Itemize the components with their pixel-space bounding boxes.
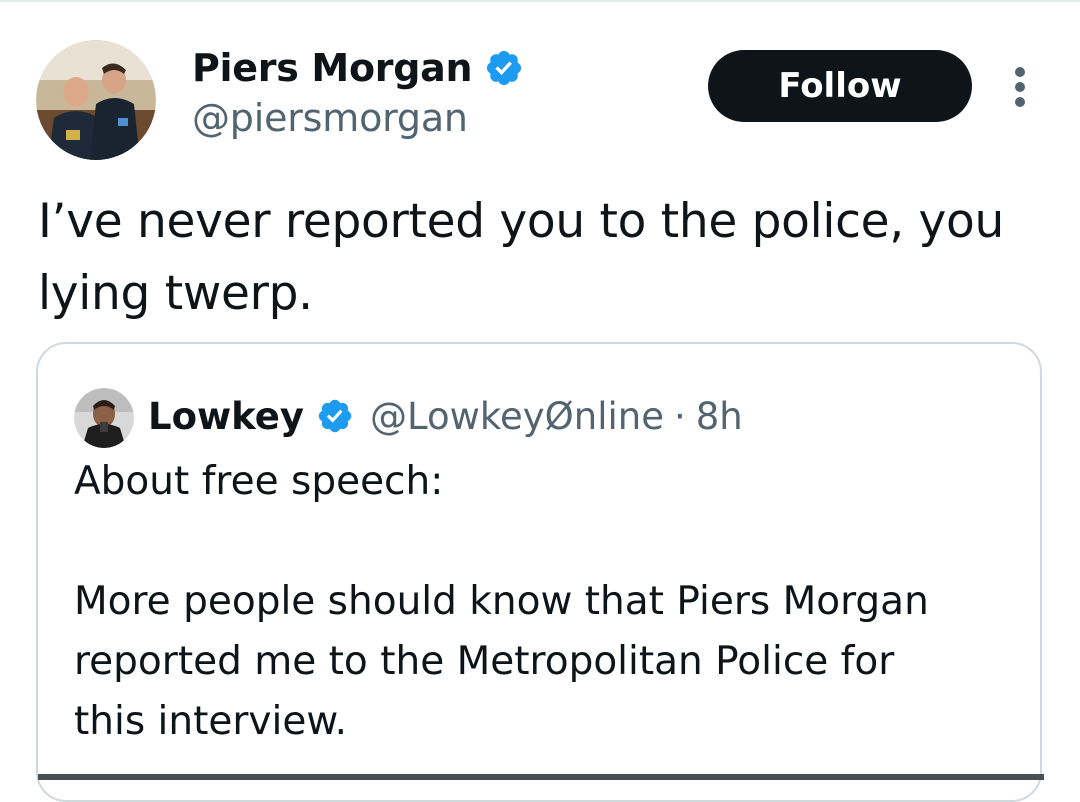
- quote-author-handle: @LowkeyØnline: [370, 394, 664, 438]
- more-options-icon[interactable]: [1000, 62, 1040, 112]
- follow-button[interactable]: Follow: [708, 50, 972, 122]
- verified-badge-icon: [316, 397, 354, 435]
- quote-author-avatar: [74, 388, 134, 448]
- author-avatar[interactable]: [36, 40, 156, 160]
- quoted-tweet-card[interactable]: Lowkey @LowkeyØnline · 8h About free spe…: [36, 342, 1044, 802]
- tweet-text: I’ve never reported you to the police, y…: [38, 194, 1005, 321]
- top-divider: [0, 0, 1080, 2]
- author-name[interactable]: Piers Morgan: [192, 46, 473, 90]
- quote-author-name: Lowkey: [148, 394, 305, 438]
- quote-timestamp: 8h: [695, 394, 743, 438]
- verified-badge-icon: [484, 48, 524, 88]
- author-handle[interactable]: @piersmorgan: [192, 96, 468, 140]
- quote-separator: ·: [674, 394, 686, 438]
- quote-media-edge: [38, 774, 1044, 780]
- author-name-row[interactable]: Piers Morgan: [192, 40, 524, 96]
- quote-text: About free speech: More people should kn…: [74, 459, 929, 744]
- quote-header: Lowkey @LowkeyØnline · 8h: [148, 382, 743, 450]
